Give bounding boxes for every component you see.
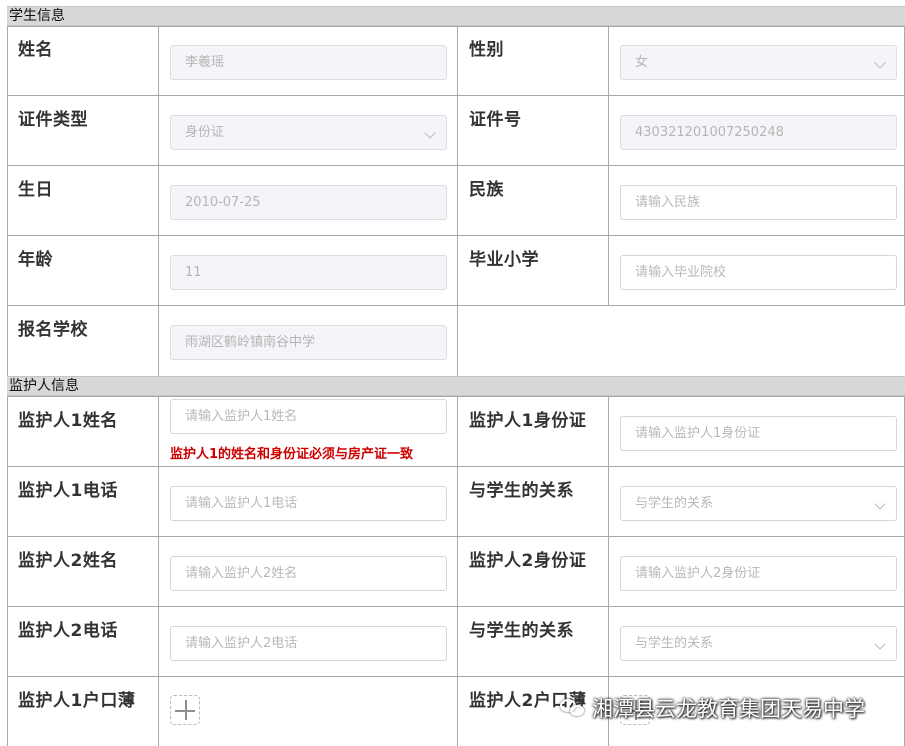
g2-id-input[interactable]: 请输入监护人2身份证 xyxy=(620,556,897,591)
chevron-down-icon xyxy=(424,127,436,139)
name-input-cell: 李羲瑶 xyxy=(158,26,458,96)
id-number-field[interactable]: 430321201007250248 xyxy=(620,115,897,150)
id-type-input-cell: 身份证 xyxy=(158,95,458,166)
g2-relation-label: 与学生的关系 xyxy=(469,621,574,641)
g2-name-input[interactable]: 请输入监护人2姓名 xyxy=(170,556,447,591)
wechat-icon xyxy=(560,697,586,719)
name-label-cell: 姓名 xyxy=(7,26,159,96)
age-input-cell: 11 xyxy=(158,235,458,306)
age-field[interactable]: 11 xyxy=(170,255,447,290)
g1-relation-select[interactable]: 与学生的关系 xyxy=(620,486,897,521)
g2-name-label-cell: 监护人2姓名 xyxy=(7,536,159,607)
ethnicity-input-cell: 请输入民族 xyxy=(608,165,905,236)
gender-input-cell: 女 xyxy=(608,26,905,96)
chevron-down-icon xyxy=(874,498,886,510)
g1-hukou-label: 监护人1户口薄 xyxy=(18,691,136,711)
birthday-label-cell: 生日 xyxy=(7,165,159,236)
g1-relation-input-cell: 与学生的关系 xyxy=(608,466,905,537)
primary-school-label: 毕业小学 xyxy=(469,250,539,270)
ethnicity-label-cell: 民族 xyxy=(457,165,609,236)
age-label-cell: 年龄 xyxy=(7,235,159,306)
gender-select[interactable]: 女 xyxy=(620,45,897,80)
g1-name-input[interactable]: 请输入监护人1姓名 xyxy=(170,399,447,434)
gender-label: 性别 xyxy=(469,40,504,60)
g2-id-label-cell: 监护人2身份证 xyxy=(457,536,609,607)
g1-id-label-cell: 监护人1身份证 xyxy=(457,396,609,467)
school-field[interactable]: 雨湖区鹤岭镇南谷中学 xyxy=(170,325,447,360)
g2-relation-label-cell: 与学生的关系 xyxy=(457,606,609,677)
g1-name-input-cell: 请输入监护人1姓名 监护人1的姓名和身份证必须与房产证一致 xyxy=(158,396,458,467)
g2-relation-select[interactable]: 与学生的关系 xyxy=(620,626,897,661)
g1-relation-label: 与学生的关系 xyxy=(469,481,574,501)
g1-id-input-cell: 请输入监护人1身份证 xyxy=(608,396,905,467)
g1-name-note: 监护人1的姓名和身份证必须与房产证一致 xyxy=(170,447,414,462)
g2-id-label: 监护人2身份证 xyxy=(469,551,587,571)
birthday-field[interactable]: 2010-07-25 xyxy=(170,185,447,220)
name-field[interactable]: 李羲瑶 xyxy=(170,45,447,80)
student-info-header: 学生信息 xyxy=(7,6,905,26)
g1-hukou-upload-cell xyxy=(158,676,458,746)
ethnicity-input[interactable]: 请输入民族 xyxy=(620,185,897,220)
school-label: 报名学校 xyxy=(18,320,88,340)
g1-phone-input[interactable]: 请输入监护人1电话 xyxy=(170,486,447,521)
id-number-label: 证件号 xyxy=(469,110,522,130)
g1-phone-label-cell: 监护人1电话 xyxy=(7,466,159,537)
age-label: 年龄 xyxy=(18,250,53,270)
g1-id-input[interactable]: 请输入监护人1身份证 xyxy=(620,416,897,451)
name-label: 姓名 xyxy=(18,40,53,60)
g2-phone-label: 监护人2电话 xyxy=(18,621,118,641)
g2-name-label: 监护人2姓名 xyxy=(18,551,118,571)
g1-id-label: 监护人1身份证 xyxy=(469,411,587,431)
g1-phone-label: 监护人1电话 xyxy=(18,481,118,501)
ethnicity-label: 民族 xyxy=(469,180,504,200)
watermark: 湘潭县云龙教育集团天易中学 xyxy=(560,690,865,726)
id-type-select[interactable]: 身份证 xyxy=(170,115,447,150)
guardian-info-header: 监护人信息 xyxy=(7,376,905,396)
watermark-text: 湘潭县云龙教育集团天易中学 xyxy=(592,697,865,721)
id-type-label: 证件类型 xyxy=(18,110,88,130)
g1-hukou-label-cell: 监护人1户口薄 xyxy=(7,676,159,746)
g2-relation-input-cell: 与学生的关系 xyxy=(608,606,905,677)
birthday-input-cell: 2010-07-25 xyxy=(158,165,458,236)
id-number-input-cell: 430321201007250248 xyxy=(608,95,905,166)
primary-school-label-cell: 毕业小学 xyxy=(457,235,609,306)
birthday-label: 生日 xyxy=(18,180,53,200)
gender-label-cell: 性别 xyxy=(457,26,609,96)
chevron-down-icon xyxy=(874,638,886,650)
id-number-label-cell: 证件号 xyxy=(457,95,609,166)
g1-hukou-upload-button[interactable] xyxy=(170,695,200,725)
g1-relation-label-cell: 与学生的关系 xyxy=(457,466,609,537)
g2-name-input-cell: 请输入监护人2姓名 xyxy=(158,536,458,607)
chevron-down-icon xyxy=(874,57,886,69)
primary-school-input-cell: 请输入毕业院校 xyxy=(608,235,905,306)
g2-phone-input-cell: 请输入监护人2电话 xyxy=(158,606,458,677)
g2-phone-input[interactable]: 请输入监护人2电话 xyxy=(170,626,447,661)
g1-name-label: 监护人1姓名 xyxy=(18,411,118,431)
g2-phone-label-cell: 监护人2电话 xyxy=(7,606,159,677)
g1-phone-input-cell: 请输入监护人1电话 xyxy=(158,466,458,537)
id-type-label-cell: 证件类型 xyxy=(7,95,159,166)
primary-school-input[interactable]: 请输入毕业院校 xyxy=(620,255,897,290)
g2-id-input-cell: 请输入监护人2身份证 xyxy=(608,536,905,607)
g1-name-label-cell: 监护人1姓名 xyxy=(7,396,159,467)
school-label-cell: 报名学校 xyxy=(7,305,159,377)
school-input-cell: 雨湖区鹤岭镇南谷中学 xyxy=(158,305,458,377)
